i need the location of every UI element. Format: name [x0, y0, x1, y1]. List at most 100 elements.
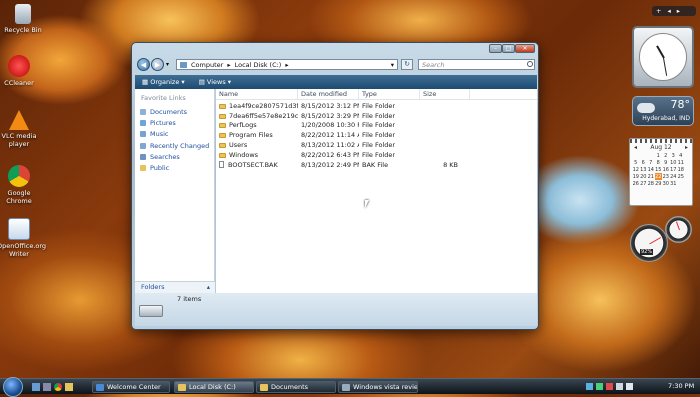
refresh-button[interactable]: ↻ — [401, 59, 413, 70]
minute-hand — [663, 57, 668, 76]
favorite-links-header: Favorite Links — [141, 94, 186, 102]
organize-icon: ▦ — [142, 78, 151, 86]
views-button[interactable]: ▤ Views ▾ — [199, 78, 231, 86]
folder-icon — [219, 152, 226, 158]
minimize-button[interactable]: – — [489, 44, 502, 53]
volume-icon[interactable] — [626, 383, 633, 390]
organize-button[interactable]: ▦ Organize ▾ — [142, 78, 185, 86]
folders-toggle[interactable]: Folders ▴ — [135, 281, 215, 293]
network-icon[interactable] — [616, 383, 623, 390]
file-row[interactable]: Users8/13/2012 11:02 AMFile Folder — [216, 140, 537, 150]
recent-pages-dropdown[interactable]: ▾ — [166, 61, 169, 68]
vlc-icon — [9, 110, 29, 130]
chevron-right-icon: ▸ — [227, 60, 231, 69]
hour-hand — [656, 45, 665, 59]
nav-link-documents[interactable]: Documents — [135, 106, 214, 117]
breadcrumb[interactable]: Computer ▸ Local Disk (C:) ▸ ▾ — [176, 59, 398, 70]
show-desktop-icon[interactable] — [32, 383, 40, 391]
tray-icon[interactable] — [586, 383, 593, 390]
views-icon: ▤ — [198, 78, 207, 86]
system-tray — [586, 383, 633, 390]
column-headers: Name Date modified Type Size — [216, 89, 537, 100]
ccleaner-icon — [8, 55, 30, 77]
clock-gadget[interactable] — [632, 26, 694, 88]
item-count: 7 items — [177, 295, 202, 303]
column-header-date-modified[interactable]: Date modified — [298, 89, 359, 99]
taskbar-button-windows-vista-review[interactable]: Windows vista revie... — [338, 381, 418, 393]
file-row[interactable]: Program Files8/22/2012 11:14 AMFile Fold… — [216, 130, 537, 140]
details-pane: 7 items — [135, 293, 537, 326]
drive-icon — [139, 305, 163, 317]
recycle-bin-icon — [15, 4, 31, 24]
desktop-icon-ccleaner[interactable]: CCleaner — [0, 55, 41, 87]
column-header-type[interactable]: Type — [359, 89, 420, 99]
search-input[interactable]: Search — [418, 59, 535, 70]
tray-icon[interactable] — [596, 383, 603, 390]
breadcrumb-computer[interactable]: Computer — [191, 61, 223, 69]
cpu-meter-gadget[interactable]: 92% — [630, 216, 692, 262]
taskbar-button-local-disk[interactable]: Local Disk (C:) — [174, 381, 254, 393]
search-icon — [527, 61, 533, 67]
file-icon — [219, 160, 224, 168]
weather-gadget[interactable]: 78° Hyderabad, IND — [632, 96, 694, 126]
nav-link-pictures[interactable]: Pictures — [135, 117, 214, 128]
desktop-icon-openoffice-writer[interactable]: OpenOffice.org Writer — [0, 218, 46, 258]
document-icon — [342, 384, 350, 391]
folder-icon — [219, 123, 226, 129]
forward-button[interactable]: ▶ — [151, 58, 164, 71]
desktop-icon-label: CCleaner — [4, 79, 34, 87]
calendar-gadget[interactable]: ◂ Aug 12 ▸ 1234 5 6 7 8 9 10 11 12 13 14 15 16 17 18 1… — [629, 138, 693, 206]
breadcrumb-local-disk[interactable]: Local Disk (C:) — [235, 61, 282, 69]
nav-link-searches[interactable]: Searches — [135, 151, 214, 162]
back-button[interactable]: ◀ — [137, 58, 150, 71]
folder-icon — [180, 61, 187, 68]
tray-icon[interactable] — [606, 383, 613, 390]
folder-icon — [260, 384, 268, 391]
sidebar-controls: + ◂ ▸ — [652, 6, 696, 16]
file-row[interactable]: BOOTSECT.BAK 8/13/2012 2:49 PM BAK File 8 K… — [216, 160, 537, 170]
folder-icon — [219, 143, 226, 149]
file-row[interactable]: Windows 8/22/2012 6:43 PM File Folder — [216, 150, 537, 160]
folder-icon — [219, 113, 226, 119]
maximize-button[interactable]: □ — [502, 44, 515, 53]
desktop-icon-chrome[interactable]: Google Chrome — [0, 165, 41, 205]
command-bar: ▦ Organize ▾ ▤ Views ▾ — [135, 75, 537, 89]
taskbar-clock[interactable]: 7:30 PM — [668, 382, 694, 390]
prev-icon[interactable]: ◂ — [667, 7, 670, 15]
switch-windows-icon[interactable] — [43, 383, 51, 391]
file-row[interactable]: 1ea4f9ce2807571d3fde...8/15/2012 3:12 PM… — [216, 101, 537, 111]
file-row[interactable]: PerfLogs1/20/2008 10:30 PMFile Folder — [216, 121, 537, 131]
documents-icon — [140, 108, 146, 115]
desktop-icon-vlc[interactable]: VLC media player — [0, 110, 41, 148]
calendar-next-icon[interactable]: ▸ — [685, 144, 688, 151]
cloud-icon — [637, 103, 655, 113]
pictures-icon — [140, 119, 146, 126]
nav-link-music[interactable]: Music — [135, 129, 214, 140]
add-gadget-icon[interactable]: + — [656, 7, 661, 15]
desktop-icon-recycle-bin[interactable]: Recycle Bin — [1, 4, 45, 34]
column-header-size[interactable]: Size — [420, 89, 470, 99]
chevron-up-icon: ▴ — [206, 283, 210, 291]
close-button[interactable]: ✕ — [515, 44, 535, 53]
calendar-grid: 1234 5 6 7 8 9 10 11 12 13 14 15 16 17 18 19 20 21 22 23… — [632, 152, 684, 187]
calendar-prev-icon[interactable]: ◂ — [634, 144, 637, 151]
cpu-value: 92% — [640, 249, 654, 255]
nav-link-recently-changed[interactable]: Recently Changed — [135, 140, 214, 151]
file-row[interactable]: 7dea6ff5e57e8e219c09...8/15/2012 3:29 PM… — [216, 111, 537, 121]
column-header-name[interactable]: Name — [216, 89, 298, 99]
clock-face — [639, 33, 687, 81]
address-dropdown-icon[interactable]: ▾ — [391, 61, 397, 69]
nav-link-public[interactable]: Public — [135, 162, 214, 173]
chrome-icon — [8, 165, 30, 187]
folder-icon — [219, 103, 226, 109]
next-icon[interactable]: ▸ — [677, 7, 680, 15]
searches-icon — [140, 153, 146, 160]
taskbar-button-documents[interactable]: Documents — [256, 381, 336, 393]
quick-launch — [32, 383, 73, 391]
taskbar-button-welcome-center[interactable]: Welcome Center — [92, 381, 170, 393]
chrome-icon[interactable] — [54, 383, 62, 391]
weather-city: Hyderabad, IND — [642, 115, 690, 122]
gauge-needle — [649, 237, 662, 245]
start-button[interactable] — [3, 377, 23, 397]
explorer-icon[interactable] — [65, 383, 73, 391]
